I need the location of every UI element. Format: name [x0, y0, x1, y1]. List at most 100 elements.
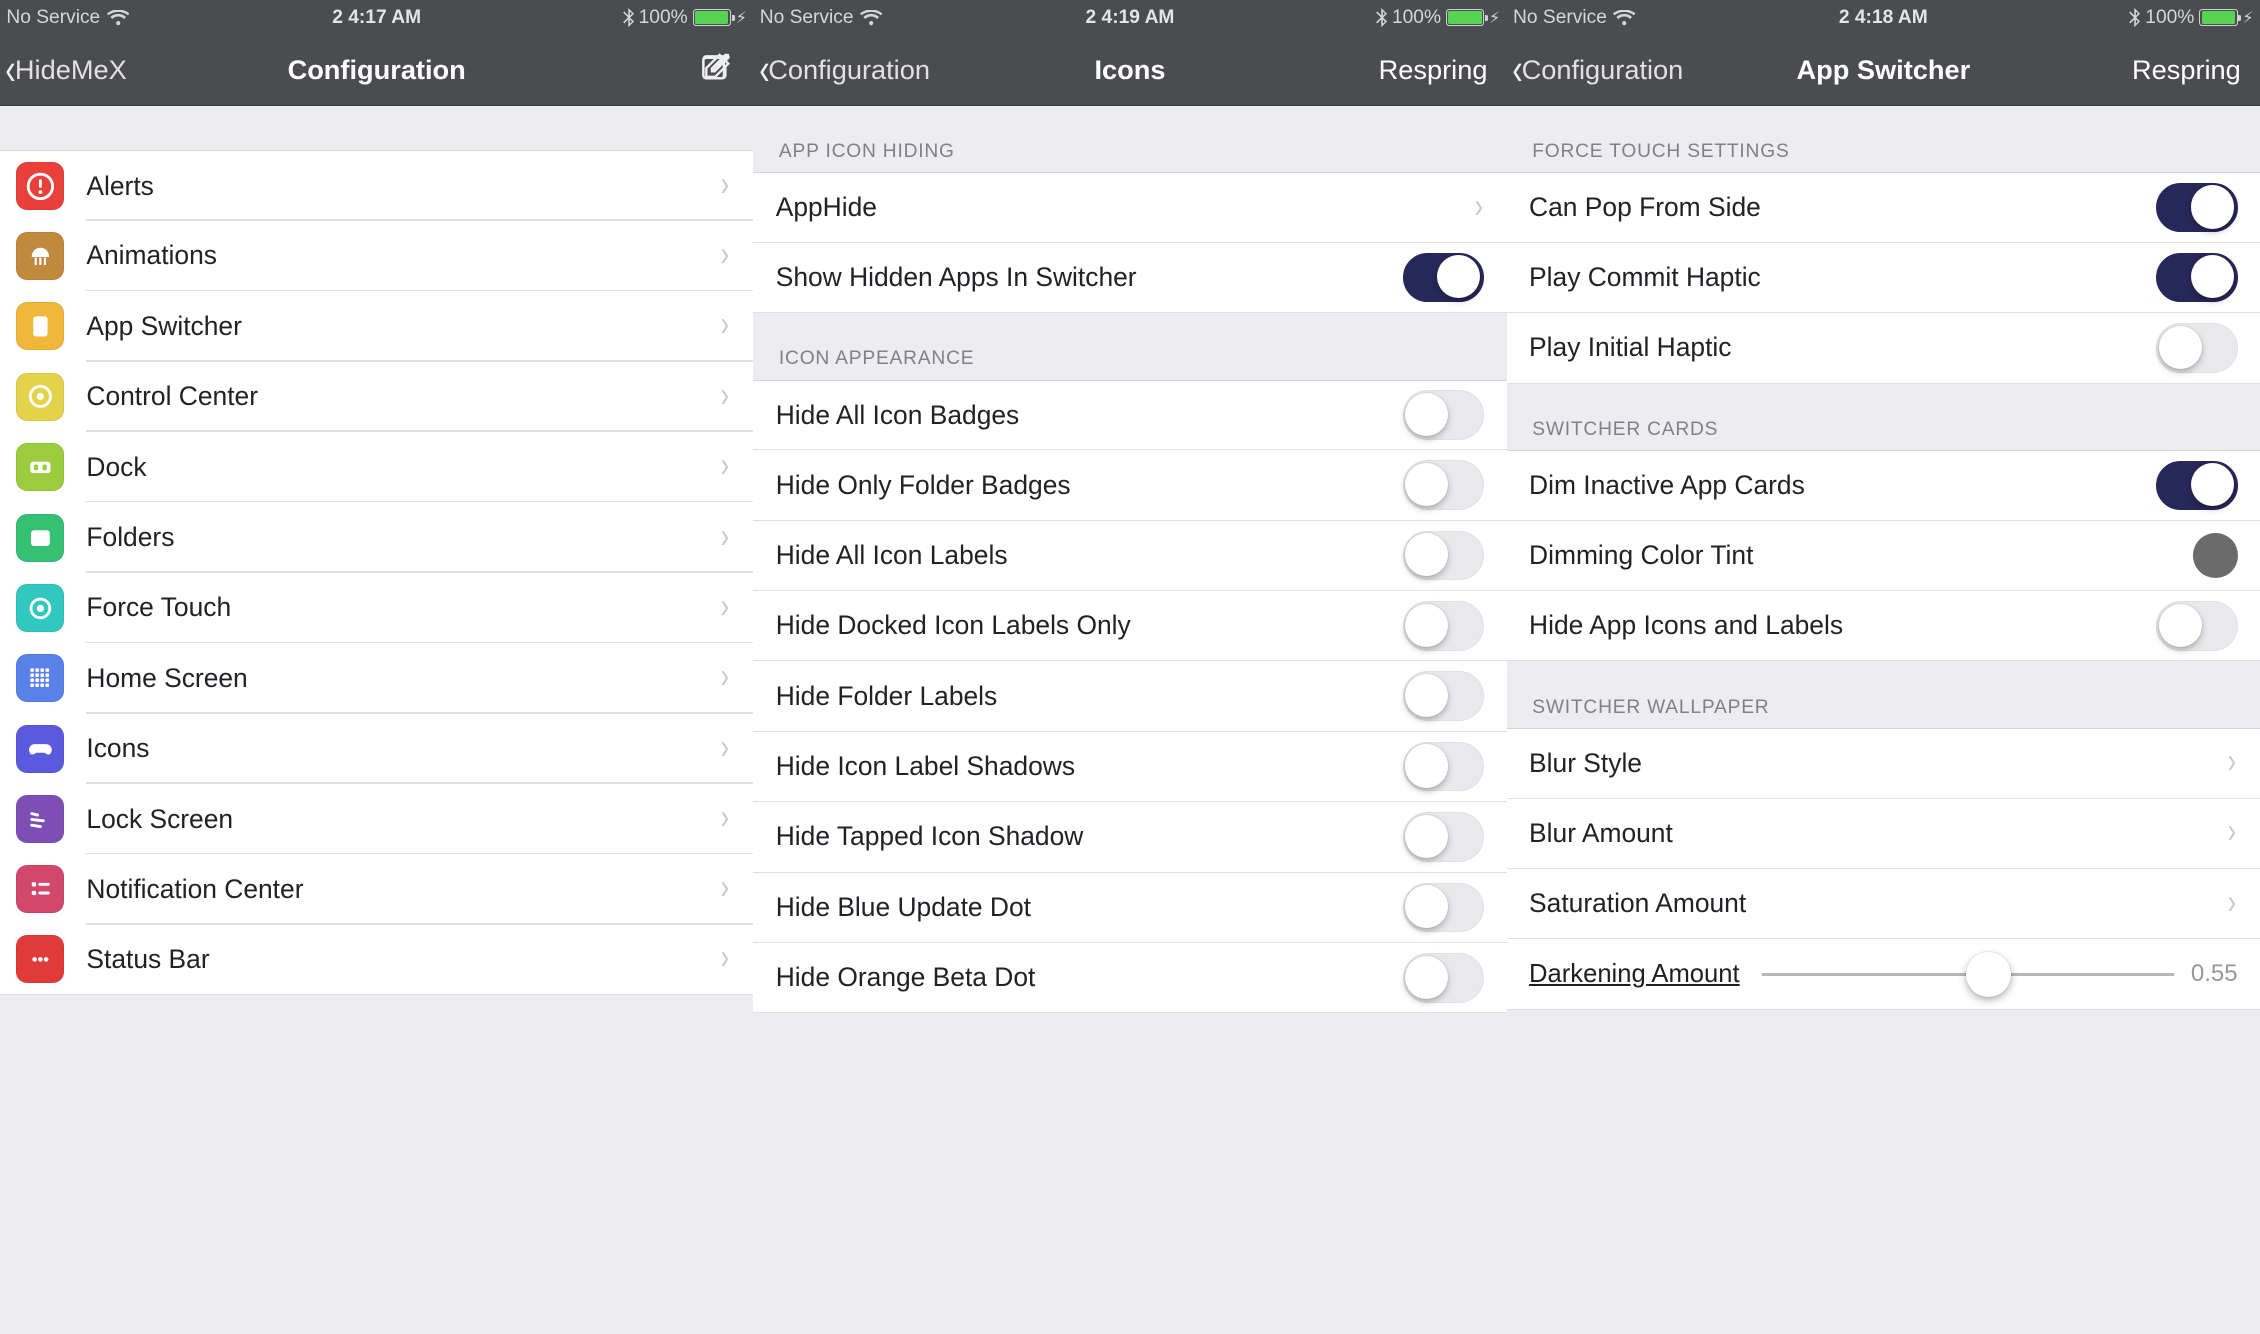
chevron-right-icon: ›: [2228, 742, 2236, 782]
nav-bar: ‹ HideMeX Configuration: [0, 35, 753, 105]
row-blur-style[interactable]: Blur Style›: [1507, 728, 2260, 798]
cc-icon: [16, 373, 64, 421]
row-hide-folder-labels: Hide Folder Labels: [753, 661, 1506, 731]
row-saturation-amount[interactable]: Saturation Amount›: [1507, 869, 2260, 939]
toggle-dim-inactive-app-cards[interactable]: [2156, 461, 2238, 511]
list-icon: [16, 865, 64, 913]
section-header-icon-appearance: ICON APPEARANCE: [753, 313, 1506, 380]
chevron-right-icon: ›: [721, 234, 729, 274]
back-button[interactable]: ‹ Configuration: [1507, 35, 1693, 104]
toggle-hide-tapped-icon-shadow[interactable]: [1403, 812, 1485, 862]
content-scroll[interactable]: APP ICON HIDINGAppHide› Show Hidden Apps …: [753, 106, 1506, 1334]
config-row-icons[interactable]: Icons›: [0, 714, 753, 784]
row-darkening-amount: Darkening Amount0.55: [1507, 939, 2260, 1009]
row-label: Animations: [86, 240, 719, 271]
row-blur-amount[interactable]: Blur Amount›: [1507, 799, 2260, 869]
config-row-force-touch[interactable]: Force Touch›: [0, 573, 753, 643]
toggle-hide-blue-update-dot[interactable]: [1403, 883, 1485, 933]
config-row-alerts[interactable]: Alerts›: [0, 150, 753, 220]
folder-icon: [16, 514, 64, 562]
respring-button[interactable]: Respring: [2132, 54, 2241, 86]
battery-icon: [693, 9, 731, 27]
toggle-hide-orange-beta-dot[interactable]: [1403, 953, 1485, 1003]
row-label: Show Hidden Apps In Switcher: [776, 262, 1403, 293]
back-button[interactable]: ‹ Configuration: [753, 35, 939, 104]
chevron-right-icon: ›: [721, 375, 729, 415]
toggle-hide-folder-labels[interactable]: [1403, 671, 1485, 721]
toggle-show-hidden-apps-in-switcher[interactable]: [1403, 253, 1485, 303]
toggle-hide-app-icons-and-labels[interactable]: [2156, 601, 2238, 651]
row-label: Hide All Icon Labels: [776, 540, 1403, 571]
color-swatch[interactable]: [2193, 533, 2238, 578]
compose-button[interactable]: [699, 49, 734, 91]
config-row-animations[interactable]: Animations›: [0, 221, 753, 291]
section-header-app-icon-hiding: APP ICON HIDING: [753, 106, 1506, 173]
chevron-right-icon: ›: [721, 868, 729, 908]
chevron-right-icon: ›: [721, 797, 729, 837]
row-label: Blur Style: [1529, 748, 2226, 779]
row-label: Home Screen: [86, 663, 719, 694]
toggle-hide-all-icon-labels[interactable]: [1403, 531, 1485, 581]
toggle-hide-docked-icon-labels-only[interactable]: [1403, 601, 1485, 651]
config-row-home-screen[interactable]: Home Screen›: [0, 643, 753, 713]
toggle-play-initial-haptic[interactable]: [2156, 323, 2238, 373]
slider[interactable]: [1762, 973, 2174, 976]
slider-thumb[interactable]: [1966, 952, 2011, 997]
row-label: Hide Orange Beta Dot: [776, 962, 1403, 993]
row-play-commit-haptic: Play Commit Haptic: [1507, 243, 2260, 313]
circle-icon: [16, 584, 64, 632]
toggle-hide-all-icon-badges[interactable]: [1403, 390, 1485, 440]
clock-label: 2 4:18 AM: [1507, 7, 2260, 29]
chevron-right-icon: ›: [721, 586, 729, 626]
card-icon: [16, 302, 64, 350]
row-dim-inactive-app-cards: Dim Inactive App Cards: [1507, 450, 2260, 520]
grid-icon: [16, 654, 64, 702]
chevron-right-icon: ›: [721, 727, 729, 767]
row-label: Saturation Amount: [1529, 888, 2226, 919]
chevron-right-icon: ›: [1474, 186, 1482, 226]
screen-app-switcher-settings: No Service 2 4:18 AM 100% ⚡︎ ‹ Configura…: [1507, 0, 2260, 1334]
row-label: Dim Inactive App Cards: [1529, 470, 2156, 501]
row-label: Hide Only Folder Badges: [776, 470, 1403, 501]
toggle-hide-icon-label-shadows[interactable]: [1403, 742, 1485, 792]
nav-bar: ‹ Configuration Icons Respring: [753, 35, 1506, 105]
row-label: Darkening Amount: [1529, 960, 1740, 989]
toggle-hide-only-folder-badges[interactable]: [1403, 460, 1485, 510]
row-label: Hide Blue Update Dot: [776, 892, 1403, 923]
row-label: Hide Docked Icon Labels Only: [776, 610, 1403, 641]
row-hide-all-icon-labels: Hide All Icon Labels: [753, 521, 1506, 591]
config-row-app-switcher[interactable]: App Switcher›: [0, 291, 753, 361]
row-apphide[interactable]: AppHide›: [753, 172, 1506, 242]
back-label: HideMeX: [15, 54, 127, 86]
config-row-dock[interactable]: Dock›: [0, 432, 753, 502]
chevron-right-icon: ›: [721, 446, 729, 486]
toggle-can-pop-from-side[interactable]: [2156, 183, 2238, 233]
config-row-folders[interactable]: Folders›: [0, 502, 753, 572]
row-hide-tapped-icon-shadow: Hide Tapped Icon Shadow: [753, 802, 1506, 872]
exclaim-icon: [16, 162, 64, 210]
toggle-play-commit-haptic[interactable]: [2156, 253, 2238, 303]
config-row-lock-screen[interactable]: Lock Screen›: [0, 784, 753, 854]
lines-icon: [16, 795, 64, 843]
row-label: App Switcher: [86, 311, 719, 342]
status-bar: No Service 2 4:19 AM 100% ⚡︎: [753, 0, 1506, 35]
content-scroll[interactable]: FORCE TOUCH SETTINGSCan Pop From SidePla…: [1507, 106, 2260, 1334]
back-button[interactable]: ‹ HideMeX: [0, 35, 136, 104]
config-row-status-bar[interactable]: Status Bar›: [0, 925, 753, 995]
chevron-right-icon: ›: [2228, 882, 2236, 922]
clock-label: 2 4:17 AM: [0, 7, 753, 29]
content-scroll[interactable]: Alerts›Animations›App Switcher›Control C…: [0, 106, 753, 1334]
row-label: Play Commit Haptic: [1529, 262, 2156, 293]
row-hide-docked-icon-labels-only: Hide Docked Icon Labels Only: [753, 591, 1506, 661]
status-bar: No Service 2 4:18 AM 100% ⚡︎: [1507, 0, 2260, 35]
row-hide-icon-label-shadows: Hide Icon Label Shadows: [753, 732, 1506, 802]
config-row-control-center[interactable]: Control Center›: [0, 362, 753, 432]
row-label: Hide App Icons and Labels: [1529, 610, 2156, 641]
respring-button[interactable]: Respring: [1379, 54, 1488, 86]
row-label: Dock: [86, 452, 719, 483]
row-label: Can Pop From Side: [1529, 192, 2156, 223]
jelly-icon: [16, 232, 64, 280]
row-show-hidden-apps-in-switcher: Show Hidden Apps In Switcher: [753, 243, 1506, 313]
chevron-left-icon: ‹: [1512, 47, 1522, 92]
config-row-notification-center[interactable]: Notification Center›: [0, 854, 753, 924]
